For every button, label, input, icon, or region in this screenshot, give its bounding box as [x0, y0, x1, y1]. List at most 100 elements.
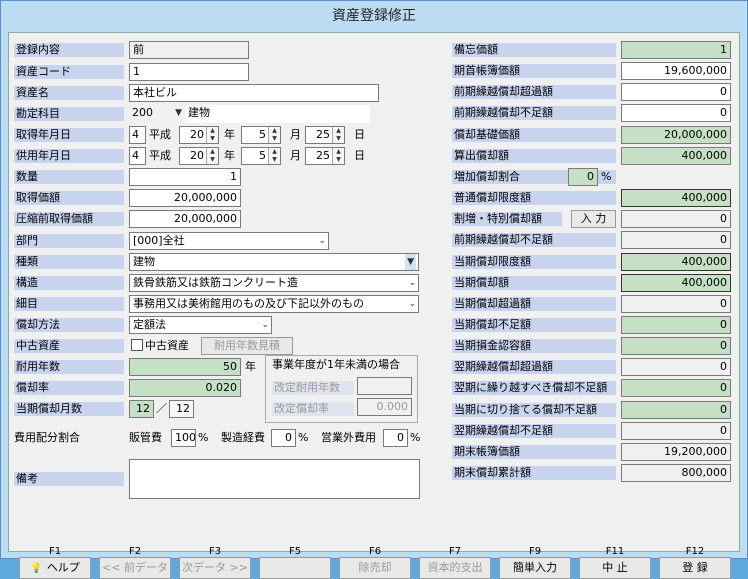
kyouyo-month-spin[interactable]: 5 ▲ ▼	[241, 147, 281, 165]
department-select[interactable]: [000]全社 ⌄	[129, 232, 329, 250]
used-asset-checkbox[interactable]	[131, 339, 143, 351]
right-row-value[interactable]: 0	[621, 104, 731, 123]
right-row-value[interactable]: 19,600,000	[621, 62, 731, 81]
fkey-f2-button[interactable]: << 前データ	[99, 557, 171, 579]
pre-compression-cost-input[interactable]: 20,000,000	[129, 210, 241, 228]
fkey-button-label: 除売却	[358, 561, 392, 574]
right-row-value[interactable]: 0	[621, 358, 731, 377]
acquisition-cost-input[interactable]: 20,000,000	[129, 189, 241, 207]
asset-name-input[interactable]: 本社ビル	[129, 84, 379, 102]
right-row-value[interactable]: 400,000	[621, 252, 731, 271]
depreciation-rate-field[interactable]: 0.020	[129, 379, 241, 397]
form-area: 登録内容 前 資産コード 1 資産名 本社ビル 勘定科目 200 ▼ 建物 取得年…	[8, 32, 740, 579]
name-label: 資産名	[14, 86, 124, 100]
right-row-value[interactable]: 0	[621, 83, 731, 102]
estimate-life-button[interactable]: 耐用年数見積	[201, 337, 293, 355]
right-row-label: 割増・特別償却額	[452, 212, 562, 227]
spin-arrows-icon[interactable]: ▲ ▼	[206, 148, 218, 164]
kamoku-code-select[interactable]: 200 ▼	[129, 105, 184, 123]
method-select[interactable]: 定額法 ⌄	[129, 316, 272, 334]
kyouyo-era-code[interactable]: 4	[129, 147, 146, 165]
chevron-down-icon: ⌄	[261, 320, 269, 330]
structure-select[interactable]: 鉄骨鉄筋又は鉄筋コンクリート造 ⌄	[129, 274, 419, 292]
kyouyo-day-spin[interactable]: 25 ▲ ▼	[305, 147, 345, 165]
shutoku-era-code[interactable]: 4	[129, 126, 146, 144]
detail-value: 事務用又は美術館用のもの及び下記以外のもの	[133, 297, 364, 310]
fkey-f12-button[interactable]: 登 録	[659, 557, 731, 579]
right-row-value[interactable]: 400,000	[621, 189, 731, 208]
right-row-value[interactable]: 0	[621, 315, 731, 334]
hankan-ratio-input[interactable]: 100	[171, 429, 196, 447]
pct-unit: %	[298, 431, 309, 444]
revised-rate-label: 改定償却率	[272, 402, 354, 416]
right-row-label: 普通償却限度額	[452, 191, 616, 206]
suuryou-label: 数量	[14, 170, 124, 184]
fkey-f11-button[interactable]: 中 止	[579, 557, 651, 579]
shutoku-month-spin[interactable]: 5 ▲ ▼	[241, 126, 281, 144]
window-title: 資産登録修正	[332, 8, 416, 24]
asset-code-input[interactable]: 1	[129, 63, 249, 81]
right-row-value[interactable]: 400,000	[621, 273, 731, 292]
months-separator: ／	[156, 402, 167, 415]
right-row-value[interactable]: 0	[621, 400, 731, 419]
eigaigai-label: 営業外費用	[321, 431, 376, 444]
chevron-down-icon: ⌄	[318, 236, 326, 246]
fkey-f3-button[interactable]: 次データ >>	[179, 557, 251, 579]
extra-depreciation-input-button[interactable]: 入 力	[571, 210, 616, 229]
touroku-field: 前	[129, 41, 249, 59]
shutoku-day-spin[interactable]: 25 ▲ ▼	[305, 126, 345, 144]
touroku-label: 登録内容	[14, 43, 124, 57]
right-row-value[interactable]: 400,000	[621, 146, 731, 165]
shutoku-era: 平成	[149, 128, 171, 141]
right-row-value[interactable]: 0	[621, 210, 731, 229]
right-row-value[interactable]: 20,000,000	[621, 125, 731, 144]
fkey-f9-button[interactable]: 簡単入力	[499, 557, 571, 579]
memo-textarea[interactable]	[129, 459, 420, 499]
spin-arrows-icon[interactable]: ▲ ▼	[268, 148, 280, 164]
right-row-value[interactable]: 0	[621, 231, 731, 250]
used-asset-check-label: 中古資産	[145, 339, 189, 352]
detail-select[interactable]: 事務用又は美術館用のもの及び下記以外のもの ⌄	[129, 295, 419, 313]
right-row-value[interactable]: 1	[621, 41, 731, 59]
useful-life-field[interactable]: 50	[129, 358, 241, 376]
kyouyo-month: 5	[259, 149, 266, 162]
type-select[interactable]: 建物 ▼	[129, 253, 419, 271]
shutoku-year-spin[interactable]: 20 ▲ ▼	[179, 126, 219, 144]
fkey-button-label: 資本的支出	[427, 561, 483, 574]
kyouyo-year-spin[interactable]: 20 ▲ ▼	[179, 147, 219, 165]
help-icon: 💡	[30, 563, 43, 574]
spin-arrows-icon[interactable]: ▲ ▼	[206, 127, 218, 143]
months-total-field: 12	[169, 400, 194, 418]
months-field[interactable]: 12	[129, 400, 154, 418]
fkey-f6-label: F6	[368, 546, 382, 557]
fkey-f1-button[interactable]: 💡 ヘルプ	[19, 557, 91, 579]
chevron-down-icon: ▼	[405, 254, 416, 270]
fkey-f7-button[interactable]: 資本的支出	[419, 557, 491, 579]
revised-rate-field: 0.000	[357, 398, 412, 416]
quantity-input[interactable]: 1	[129, 168, 241, 186]
spin-arrows-icon[interactable]: ▲ ▼	[332, 148, 344, 164]
right-row-value[interactable]: 800,000	[621, 464, 731, 482]
right-row-label: 備忘価額	[452, 43, 616, 57]
fkey-f5-label: F5	[288, 546, 302, 557]
fkey-f5-button[interactable]	[259, 557, 331, 579]
taiyou-label: 耐用年数	[14, 360, 124, 374]
year-unit: 年	[224, 128, 235, 141]
shutoku-month: 5	[259, 128, 266, 141]
fkey-f7-label: F7	[448, 546, 462, 557]
eigaigai-ratio-input[interactable]: 0	[383, 429, 408, 447]
right-row-value[interactable]: 19,200,000	[621, 442, 731, 461]
right-row-value[interactable]: 0	[621, 379, 731, 398]
right-row-value[interactable]: 0	[621, 337, 731, 356]
fkey-f6-button[interactable]: 除売却	[339, 557, 411, 579]
spin-arrows-icon[interactable]: ▲ ▼	[268, 127, 280, 143]
fkey-button-label: 登 録	[682, 561, 708, 574]
revised-life-field	[357, 377, 412, 395]
right-row-value[interactable]: 0	[621, 421, 731, 440]
seizou-ratio-input[interactable]: 0	[271, 429, 296, 447]
kakaku-label: 取得価額	[14, 191, 124, 205]
right-row-value[interactable]: 0	[568, 167, 598, 186]
right-row-value[interactable]: 0	[621, 294, 731, 313]
chevron-down-icon: ⌄	[408, 278, 416, 288]
spin-arrows-icon[interactable]: ▲ ▼	[332, 127, 344, 143]
